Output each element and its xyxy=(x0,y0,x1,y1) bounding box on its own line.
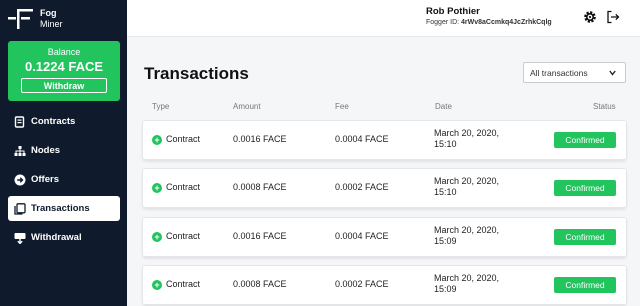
amount-cell: 0.0008 FACE xyxy=(233,279,287,289)
brand-line1: Fog xyxy=(40,8,57,18)
plus-circle-icon: + xyxy=(152,182,162,193)
type-cell: + Contract xyxy=(152,279,200,290)
time-line: 15:10 xyxy=(434,187,457,197)
offers-icon xyxy=(14,174,26,185)
transactions-icon xyxy=(14,202,26,215)
time-line: 15:09 xyxy=(434,236,457,246)
brand-name: Fog Miner xyxy=(40,8,63,30)
sidebar-item-label: Contracts xyxy=(31,116,76,127)
type-cell: + Contract xyxy=(152,182,200,193)
fee-cell: 0.0004 FACE xyxy=(335,231,389,241)
date-cell: March 20, 2020, 15:10 xyxy=(434,176,514,198)
time-line: 15:09 xyxy=(434,284,457,294)
sidebar-item-label: Offers xyxy=(31,174,59,185)
sidebar-item-label: Nodes xyxy=(31,145,61,156)
amount-cell: 0.0016 FACE xyxy=(233,134,287,144)
plus-circle-icon: + xyxy=(152,134,162,145)
amount-cell: 0.0016 FACE xyxy=(233,231,287,241)
balance-label: Balance xyxy=(47,47,81,57)
fogger-id-label: Fogger ID: xyxy=(426,19,460,26)
date-line: March 20, 2020, xyxy=(434,225,500,235)
gear-icon[interactable] xyxy=(583,10,597,24)
contracts-icon xyxy=(14,115,25,128)
amount-cell: 0.0008 FACE xyxy=(233,182,287,192)
type-label: Contract xyxy=(166,134,201,144)
date-line: March 20, 2020, xyxy=(434,176,500,186)
balance-value: 0.1224 FACE xyxy=(24,59,104,74)
type-label: Contract xyxy=(166,279,201,289)
fogger-id: Fogger ID: 4rWv8aCcmkq4JcZrhkCqlg xyxy=(426,19,552,26)
fee-cell: 0.0002 FACE xyxy=(335,279,389,289)
sidebar-item-transactions[interactable]: Transactions xyxy=(8,196,120,221)
fee-cell: 0.0002 FACE xyxy=(335,182,389,192)
column-header-amount: Amount xyxy=(233,102,261,111)
table-row[interactable]: + Contract 0.0016 FACE 0.0004 FACE March… xyxy=(143,121,626,159)
date-line: March 20, 2020, xyxy=(434,273,500,283)
column-header-fee: Fee xyxy=(335,102,349,111)
status-badge: Confirmed xyxy=(554,277,616,293)
nodes-icon xyxy=(14,145,26,156)
date-line: March 20, 2020, xyxy=(434,128,500,138)
column-header-type: Type xyxy=(152,102,170,111)
time-line: 15:10 xyxy=(434,139,457,149)
plus-circle-icon: + xyxy=(152,231,162,242)
column-header-date: Date xyxy=(435,102,452,111)
fee-cell: 0.0004 FACE xyxy=(335,134,389,144)
brand-line2: Miner xyxy=(40,19,63,29)
table-row[interactable]: + Contract 0.0016 FACE 0.0004 FACE March… xyxy=(143,218,626,256)
plus-circle-icon: + xyxy=(152,279,162,290)
filter-selected-value: All transactions xyxy=(530,67,588,78)
type-label: Contract xyxy=(166,182,201,192)
date-cell: March 20, 2020, 15:10 xyxy=(434,128,514,150)
date-cell: March 20, 2020, 15:09 xyxy=(434,225,514,247)
status-badge: Confirmed xyxy=(554,229,616,245)
page-title: Transactions xyxy=(144,64,249,83)
table-row[interactable]: + Contract 0.0008 FACE 0.0002 FACE March… xyxy=(143,266,626,304)
sidebar-item-label: Transactions xyxy=(31,203,90,214)
sidebar: Fog Miner Balance 0.1224 FACE Withdraw C… xyxy=(0,0,127,306)
chevron-down-icon xyxy=(609,70,616,76)
date-cell: March 20, 2020, 15:09 xyxy=(434,273,514,295)
fogger-id-value: 4rWv8aCcmkq4JcZrhkCqlg xyxy=(461,19,552,26)
balance-card: Balance 0.1224 FACE Withdraw xyxy=(8,41,120,101)
sidebar-item-withdrawal[interactable]: Withdrawal xyxy=(8,225,120,250)
type-cell: + Contract xyxy=(152,134,200,145)
logout-icon[interactable] xyxy=(606,10,620,24)
sidebar-item-contracts[interactable]: Contracts xyxy=(8,109,120,134)
fog-logo-icon xyxy=(8,9,33,29)
sidebar-item-offers[interactable]: Offers xyxy=(8,167,120,192)
table-row[interactable]: + Contract 0.0008 FACE 0.0002 FACE March… xyxy=(143,169,626,207)
withdrawal-icon xyxy=(14,232,26,244)
user-name: Rob Pothier xyxy=(426,6,480,17)
sidebar-item-label: Withdrawal xyxy=(31,232,82,243)
transaction-filter-select[interactable]: All transactions xyxy=(523,62,626,83)
status-badge: Confirmed xyxy=(554,180,616,196)
type-cell: + Contract xyxy=(152,231,200,242)
withdraw-button[interactable]: Withdraw xyxy=(21,78,107,93)
sidebar-item-nodes[interactable]: Nodes xyxy=(8,138,120,163)
type-label: Contract xyxy=(166,231,201,241)
column-header-status: Status xyxy=(593,102,616,111)
brand-logo[interactable]: Fog Miner xyxy=(8,8,63,30)
top-bar: Rob Pothier Fogger ID: 4rWv8aCcmkq4JcZrh… xyxy=(127,0,640,37)
status-badge: Confirmed xyxy=(554,132,616,148)
